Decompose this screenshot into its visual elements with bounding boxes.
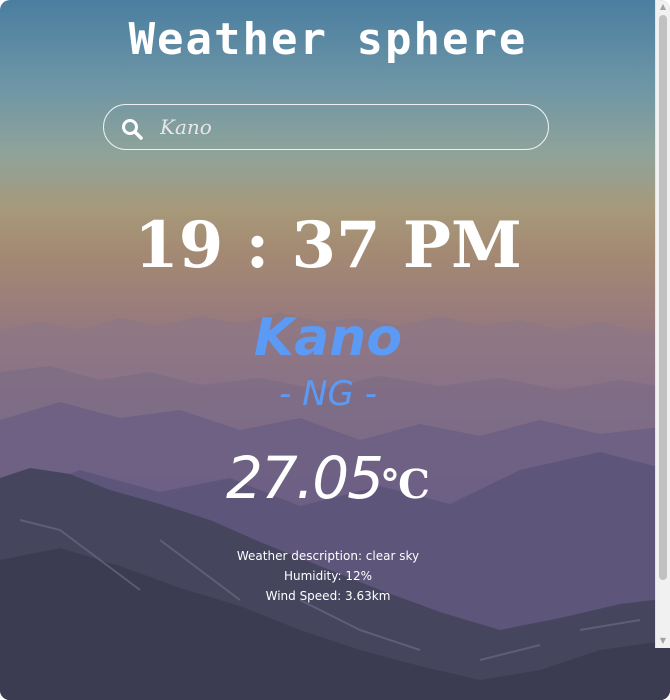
weather-app: ▲ ▼ Weather sphere 19 : 37 PM Kano - NG … <box>0 0 670 700</box>
clock-minutes: 37 <box>291 208 381 283</box>
clock-period: PM <box>402 208 522 283</box>
weather-description: Weather description: clear sky <box>236 549 420 563</box>
scroll-thumb[interactable] <box>659 15 667 580</box>
humidity: Humidity: 12% <box>283 569 373 583</box>
wind-speed: Wind Speed: 3.63km <box>265 589 391 603</box>
scroll-down-arrow-icon[interactable]: ▼ <box>656 634 670 648</box>
clock-separator: : <box>245 208 270 283</box>
scroll-up-arrow-icon[interactable]: ▲ <box>656 0 670 14</box>
app-title: Weather sphere <box>128 14 528 65</box>
temperature-unit: ℃ <box>382 461 430 508</box>
search-bar[interactable] <box>103 104 549 150</box>
clock: 19 : 37 PM <box>0 208 656 283</box>
temperature: 27.05℃ <box>0 444 656 512</box>
city-name: Kano <box>253 308 403 368</box>
weather-details: Weather description: clear sky Humidity:… <box>0 546 656 606</box>
scrollbar[interactable]: ▲ ▼ <box>655 0 670 648</box>
search-input[interactable] <box>160 113 530 141</box>
clock-hours: 19 <box>134 208 224 283</box>
country-code: - NG - <box>279 374 377 414</box>
search-icon[interactable] <box>120 117 144 141</box>
temperature-value: 27.05 <box>226 444 384 512</box>
